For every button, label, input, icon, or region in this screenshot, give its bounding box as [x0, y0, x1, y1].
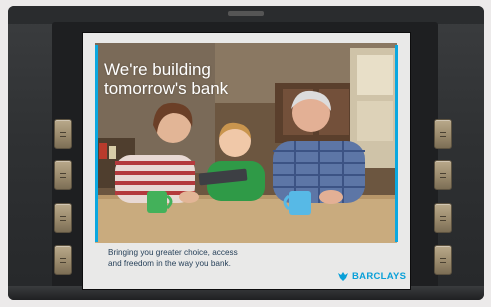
tagline: Bringing you greater choice, access and … [108, 247, 308, 269]
right-function-key-2[interactable] [434, 160, 452, 190]
right-accent-bar [395, 45, 398, 242]
atm-top-label-strip [228, 11, 264, 16]
left-function-key-1[interactable] [54, 119, 72, 149]
headline: We're building tomorrow's bank [104, 60, 284, 98]
left-function-key-2[interactable] [54, 160, 72, 190]
headline-line-2: tomorrow's bank [104, 79, 229, 98]
right-function-key-3[interactable] [434, 203, 452, 233]
left-function-key-4[interactable] [54, 245, 72, 275]
tagline-line-1: Bringing you greater choice, access [108, 248, 238, 257]
eagle-icon [338, 272, 348, 281]
right-function-key-4[interactable] [434, 245, 452, 275]
headline-line-1: We're building [104, 60, 211, 79]
right-function-key-1[interactable] [434, 119, 452, 149]
atm-screen: We're building tomorrow's bank Bringing … [83, 33, 410, 289]
barclays-logo: BARCLAYS [337, 269, 406, 283]
brand-name: BARCLAYS [352, 270, 407, 282]
tagline-line-2: and freedom in the way you bank. [108, 259, 231, 268]
left-function-key-3[interactable] [54, 203, 72, 233]
left-accent-bar [95, 45, 98, 242]
